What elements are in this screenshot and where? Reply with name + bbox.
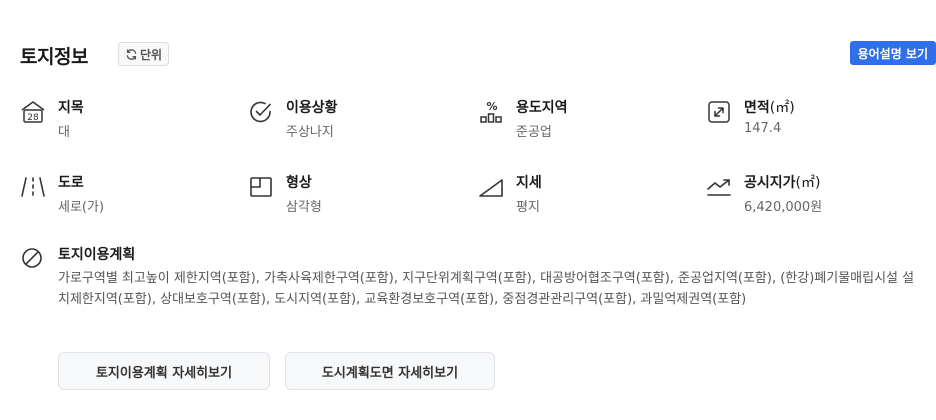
shape-icon: [248, 174, 274, 200]
land-category-cell: 28 지목 대: [20, 97, 230, 147]
land-info-header: 토지정보 단위 용어설명 보기: [20, 38, 936, 72]
refresh-icon: [126, 48, 137, 60]
expand-area-icon: [706, 99, 732, 125]
zoning-label: 용도지역: [516, 100, 568, 116]
prohibited-icon: [20, 246, 44, 270]
official-price-value: 6,420,000원: [744, 200, 823, 215]
road-label: 도로: [58, 175, 84, 191]
unit-toggle-label: 단위: [140, 47, 163, 62]
unit-toggle-button[interactable]: 단위: [118, 42, 170, 66]
land-use-detail-button[interactable]: 토지이용계획 자세히보기: [58, 352, 270, 390]
road-value: 세로(가): [58, 200, 105, 215]
official-price-unit: (㎡): [795, 175, 821, 191]
land-category-value: 대: [58, 125, 70, 140]
area-unit: (㎡): [769, 100, 795, 116]
usage-status-label: 이용상황: [286, 100, 338, 116]
area-label: 면적(㎡): [744, 97, 795, 117]
land-use-plan-value: 가로구역별 최고높이 제한지역(포함), 가축사육제한구역(포함), 지구단위계…: [58, 271, 915, 307]
usage-status-cell: 이용상황 주상나지: [248, 97, 458, 147]
slope-cell: 지세 평지: [478, 172, 688, 222]
area-value: 147.4: [744, 121, 782, 136]
urban-plan-detail-button[interactable]: 도시계획도면 자세히보기: [285, 352, 495, 390]
area-cell: 면적(㎡) 147.4: [706, 97, 916, 147]
slope-icon: [478, 174, 504, 200]
trend-up-icon: [706, 174, 732, 200]
land-category-icon: 28: [20, 99, 46, 125]
slope-label: 지세: [516, 175, 542, 191]
land-category-label: 지목: [58, 100, 84, 116]
zoning-value: 준공업: [516, 125, 552, 140]
official-price-label: 공시지가(㎡): [744, 172, 820, 192]
svg-text:28: 28: [27, 113, 39, 123]
shape-label: 형상: [286, 175, 312, 191]
slope-value: 평지: [516, 200, 540, 215]
land-use-plan-label: 토지이용계획: [58, 247, 136, 263]
section-title: 토지정보: [20, 46, 88, 68]
shape-value: 삼각형: [286, 200, 322, 215]
term-guide-button[interactable]: 용어설명 보기: [849, 41, 936, 65]
road-icon: [20, 174, 46, 200]
usage-status-value: 주상나지: [286, 125, 334, 140]
shape-cell: 형상 삼각형: [248, 172, 458, 222]
zoning-percent-icon: %: [478, 99, 504, 125]
official-price-cell: 공시지가(㎡) 6,420,000원: [706, 172, 916, 222]
road-cell: 도로 세로(가): [20, 172, 230, 222]
svg-text:%: %: [486, 100, 497, 113]
check-circle-icon: [248, 99, 274, 125]
zoning-cell: % 용도지역 준공업: [478, 97, 688, 147]
area-label-text: 면적: [744, 100, 770, 116]
official-price-label-text: 공시지가: [744, 175, 796, 191]
